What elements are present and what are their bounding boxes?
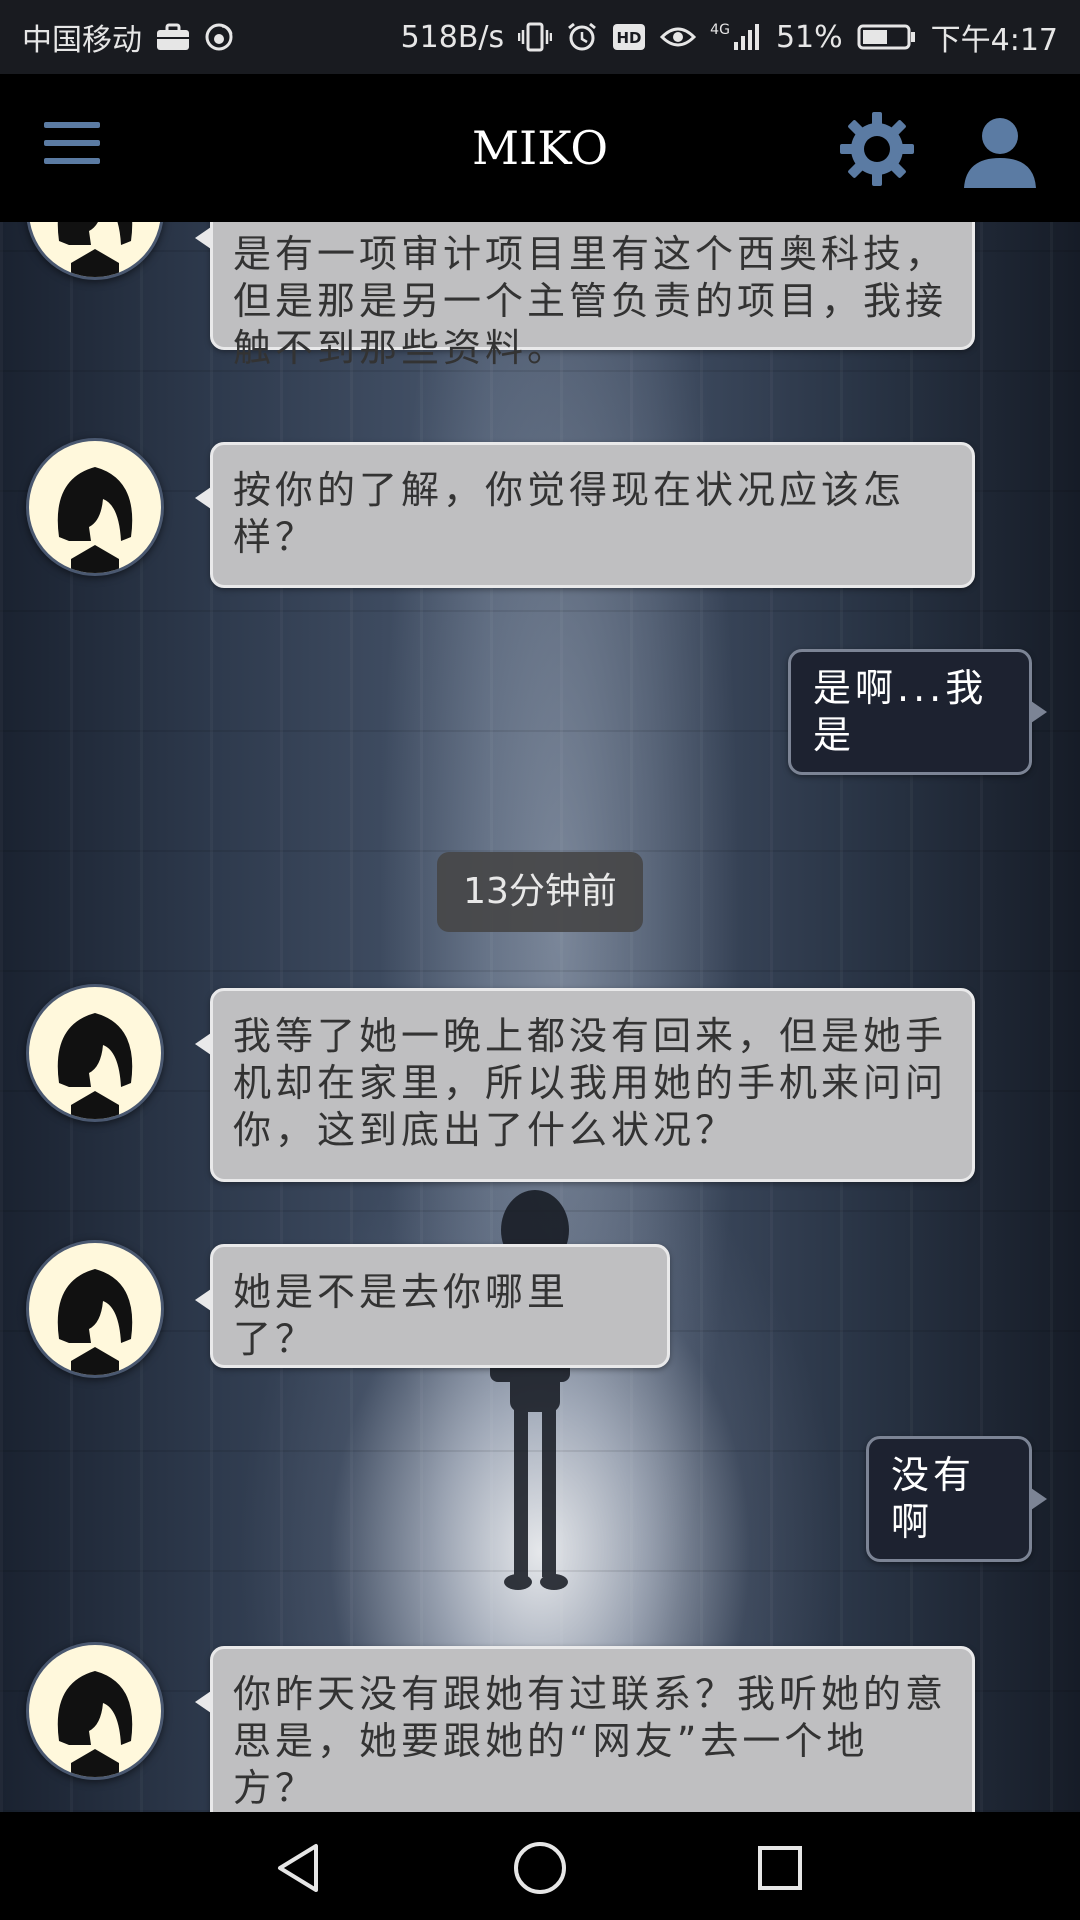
status-bar-left: 中国移动 xyxy=(22,15,234,59)
contact-avatar[interactable] xyxy=(26,438,164,576)
status-bar: 中国移动 518B/s HD 4G 51% 下午4:17 xyxy=(0,0,1080,74)
message-bubble-outgoing[interactable]: 是啊...我是 xyxy=(788,649,1047,775)
carrier-label: 中国移动 xyxy=(22,23,142,58)
message-text: 她是不是去你哪里了？ xyxy=(233,1270,570,1361)
recents-button[interactable] xyxy=(750,1838,810,1898)
eye-icon xyxy=(660,24,697,50)
chat-area[interactable]: 是有一项审计项目里有这个西奥科技，但是那是另一个主管负责的项目，我接触不到那些资… xyxy=(0,222,1080,1812)
settings-button[interactable] xyxy=(838,110,916,188)
user-icon xyxy=(964,118,1036,188)
message-text: 是啊...我是 xyxy=(813,666,988,757)
girl-avatar-icon xyxy=(57,1671,133,1777)
signal-type: 4G xyxy=(710,22,730,38)
message-text: 是有一项审计项目里有这个西奥科技，但是那是另一个主管负责的项目，我接触不到那些资… xyxy=(233,232,948,370)
recents-icon xyxy=(758,1846,802,1890)
girl-avatar-icon xyxy=(57,467,133,573)
message-bubble-incoming[interactable]: 你昨天没有跟她有过联系？我听她的意思是，她要跟她的“网友”去一个地方？ xyxy=(195,1646,975,1812)
message-bubble-incoming[interactable]: 她是不是去你哪里了？ xyxy=(195,1244,670,1368)
clock: 下午4:17 xyxy=(930,23,1058,58)
gear-icon xyxy=(840,112,914,186)
signal-icon: 4G xyxy=(710,22,762,52)
weibo-icon xyxy=(204,22,234,52)
message-bubble-incoming[interactable]: 按你的了解，你觉得现在状况应该怎样？ xyxy=(195,442,975,588)
message-text: 你昨天没有跟她有过联系？我听她的意思是，她要跟她的“网友”去一个地方？ xyxy=(233,1672,948,1810)
profile-button[interactable] xyxy=(960,112,1040,192)
battery-icon xyxy=(857,23,917,51)
briefcase-icon xyxy=(156,23,190,51)
contact-avatar[interactable] xyxy=(26,1240,164,1378)
svg-text:HD: HD xyxy=(617,29,642,47)
message-text: 我等了她一晚上都没有回来，但是她手机却在家里，所以我用她的手机来问问你，这到底出… xyxy=(233,1014,948,1152)
message-bubble-outgoing[interactable]: 没有啊 xyxy=(866,1436,1047,1562)
home-icon xyxy=(514,1842,566,1894)
vibrate-icon xyxy=(518,20,553,54)
home-button[interactable] xyxy=(510,1838,570,1898)
status-bar-right: 518B/s HD 4G 51% 下午4:17 xyxy=(401,15,1058,59)
back-icon xyxy=(278,1844,318,1892)
battery-percent: 51% xyxy=(775,19,843,55)
menu-button[interactable] xyxy=(44,122,100,172)
girl-avatar-icon xyxy=(57,1269,133,1375)
back-button[interactable] xyxy=(270,1838,330,1898)
network-speed: 518B/s xyxy=(400,19,505,55)
system-nav-bar xyxy=(0,1812,1080,1920)
timestamp-divider: 13分钟前 xyxy=(437,852,643,932)
girl-avatar-icon xyxy=(57,1013,133,1119)
message-text: 按你的了解，你觉得现在状况应该怎样？ xyxy=(233,468,906,559)
contact-avatar[interactable] xyxy=(26,1642,164,1780)
contact-avatar[interactable] xyxy=(26,984,164,1122)
message-text: 没有啊 xyxy=(891,1453,976,1544)
timestamp-text: 13分钟前 xyxy=(463,871,617,912)
app-title: MIKO xyxy=(471,121,609,175)
menu-icon xyxy=(44,122,100,164)
message-bubble-incoming[interactable]: 是有一项审计项目里有这个西奥科技，但是那是另一个主管负责的项目，我接触不到那些资… xyxy=(195,222,975,370)
hd-icon: HD xyxy=(612,23,646,51)
message-bubble-incoming[interactable]: 我等了她一晚上都没有回来，但是她手机却在家里，所以我用她的手机来问问你，这到底出… xyxy=(195,988,975,1182)
alarm-icon xyxy=(566,21,598,53)
app-bar: MIKO xyxy=(0,74,1080,222)
